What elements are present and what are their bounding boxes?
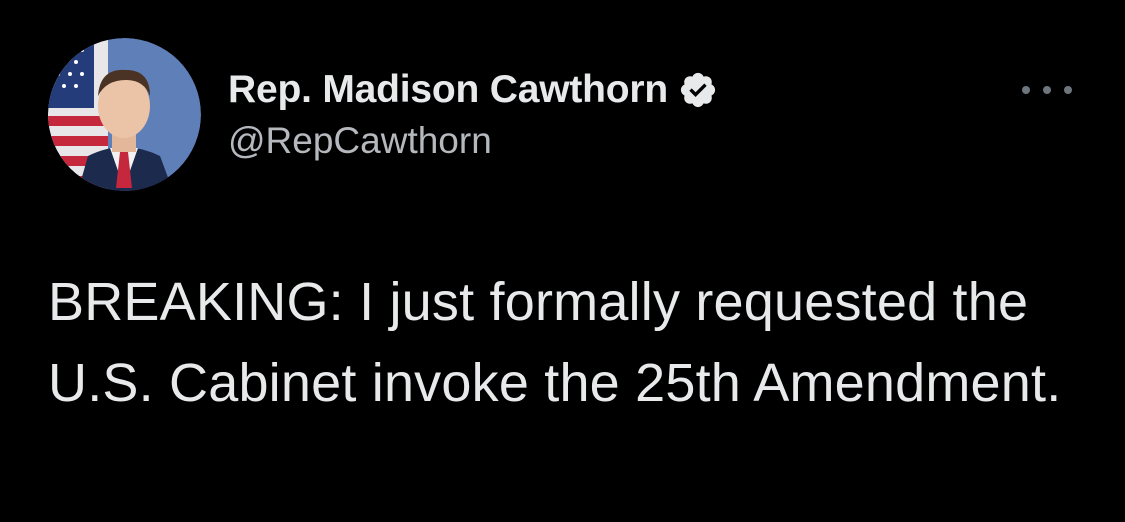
author-info: Rep. Madison Cawthorn @RepCawthorn <box>228 66 718 162</box>
author-avatar[interactable] <box>48 38 201 191</box>
more-dot <box>1043 86 1051 94</box>
tweet-text: BREAKING: I just formally requested the … <box>48 272 1062 413</box>
author-display-name[interactable]: Rep. Madison Cawthorn <box>228 68 668 112</box>
more-dot <box>1022 86 1030 94</box>
more-dot <box>1064 86 1072 94</box>
avatar-image <box>48 38 201 191</box>
author-name-row: Rep. Madison Cawthorn <box>228 66 718 114</box>
verified-badge-icon <box>678 70 718 110</box>
tweet-card: Rep. Madison Cawthorn @RepCawthorn BREAK… <box>0 0 1125 522</box>
more-options-icon[interactable] <box>1022 78 1072 102</box>
author-handle[interactable]: @RepCawthorn <box>228 120 718 162</box>
